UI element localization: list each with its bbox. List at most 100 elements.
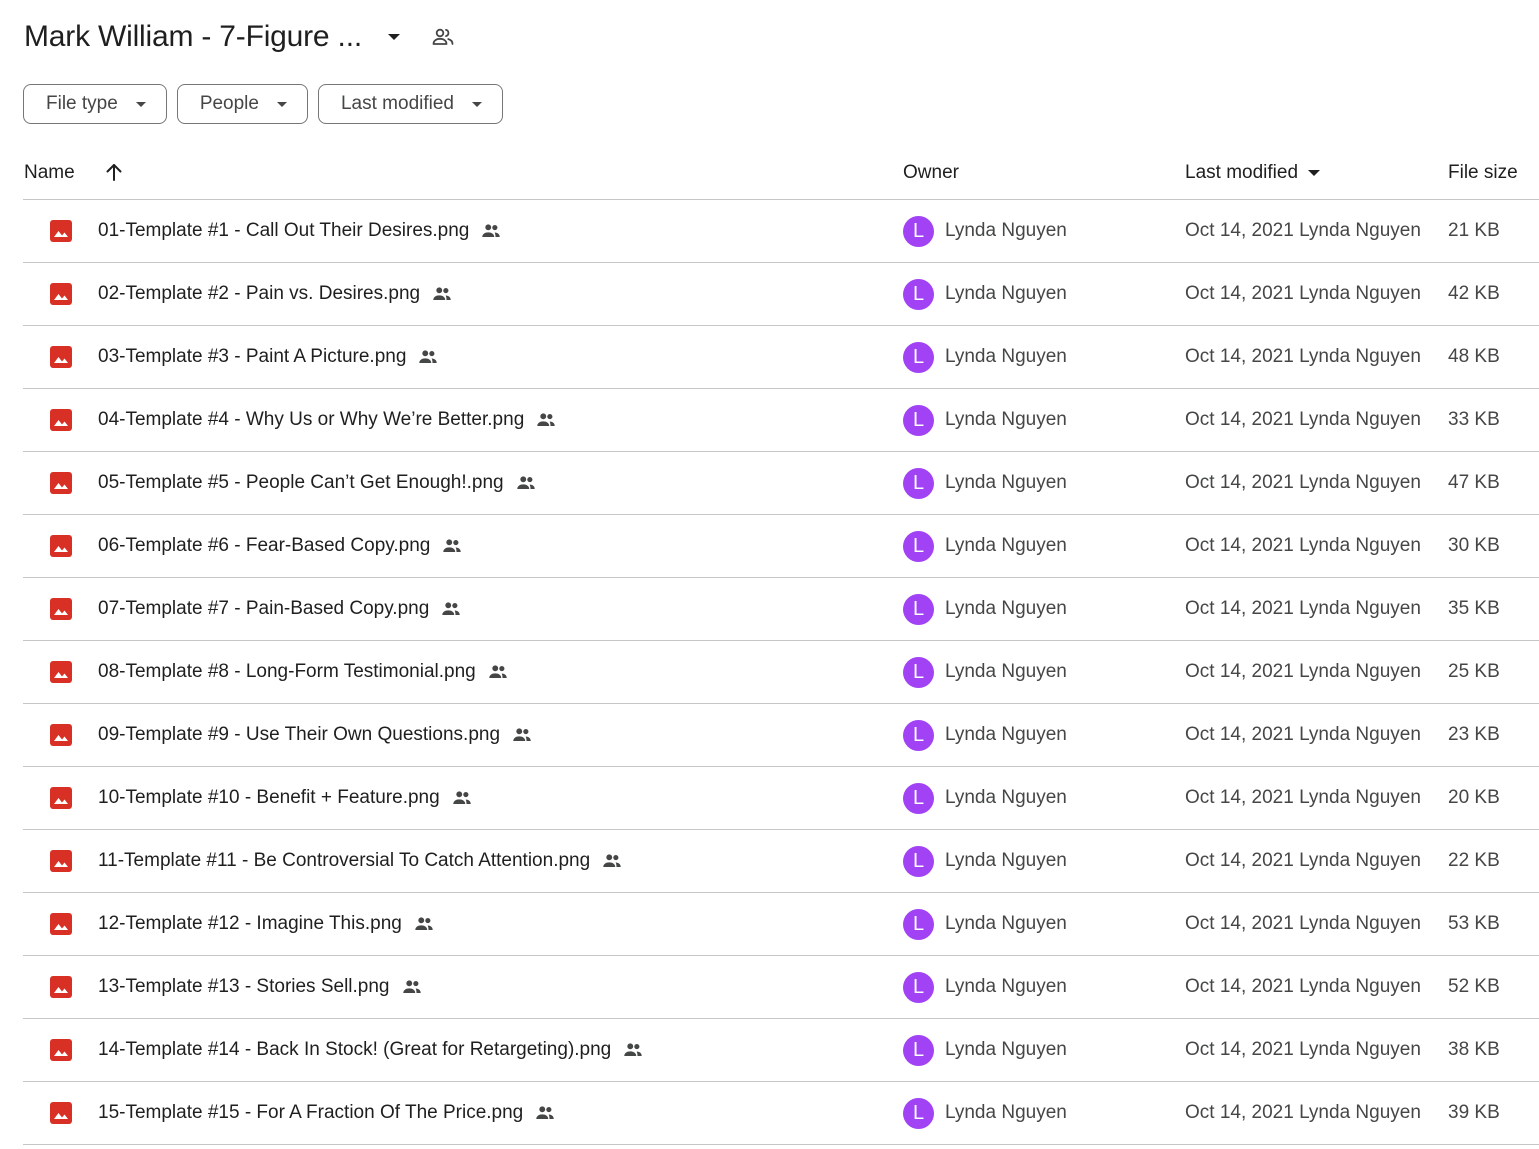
file-row[interactable]: 02-Template #2 - Pain vs. Desires.png L … [23, 263, 1539, 326]
shared-people-icon [450, 786, 474, 810]
table-header: Name Owner Last modified File size [23, 150, 1539, 200]
image-file-icon [50, 1102, 72, 1124]
shared-people-icon [534, 408, 558, 432]
file-row[interactable]: 01-Template #1 - Call Out Their Desires.… [23, 200, 1539, 263]
file-row[interactable]: 13-Template #13 - Stories Sell.png L Lyn… [23, 956, 1539, 1019]
image-file-icon [50, 220, 72, 242]
name-cell: 01-Template #1 - Call Out Their Desires.… [50, 200, 503, 262]
owner-cell: L Lynda Nguyen [903, 326, 1067, 388]
file-row[interactable]: 12-Template #12 - Imagine This.png L Lyn… [23, 893, 1539, 956]
name-cell: 12-Template #12 - Imagine This.png [50, 893, 436, 955]
name-cell: 11-Template #11 - Be Controversial To Ca… [50, 830, 624, 892]
file-row[interactable]: 05-Template #5 - People Can’t Get Enough… [23, 452, 1539, 515]
last-modified-cell: Oct 14, 2021 Lynda Nguyen [1185, 409, 1421, 430]
column-header-name[interactable]: Name [24, 162, 75, 184]
file-name: 06-Template #6 - Fear-Based Copy.png [98, 535, 431, 556]
file-size-cell: 22 KB [1448, 850, 1500, 871]
shared-people-icon [600, 849, 624, 873]
owner-cell: L Lynda Nguyen [903, 1019, 1067, 1081]
owner-cell: L Lynda Nguyen [903, 956, 1067, 1018]
avatar: L [903, 278, 934, 310]
last-modified-cell: Oct 14, 2021 Lynda Nguyen [1185, 913, 1421, 934]
file-row[interactable]: 15-Template #15 - For A Fraction Of The … [23, 1082, 1539, 1145]
file-row[interactable]: 14-Template #14 - Back In Stock! (Great … [23, 1019, 1539, 1082]
file-row[interactable]: 03-Template #3 - Paint A Picture.png L L… [23, 326, 1539, 389]
column-header-last-modified-label: Last modified [1185, 162, 1299, 183]
owner-cell: L Lynda Nguyen [903, 830, 1067, 892]
avatar: L [903, 404, 934, 436]
column-header-file-size[interactable]: File size [1448, 162, 1518, 184]
file-name: 13-Template #13 - Stories Sell.png [98, 976, 390, 997]
file-size-cell: 39 KB [1448, 1102, 1500, 1123]
file-name: 05-Template #5 - People Can’t Get Enough… [98, 472, 504, 493]
owner-cell: L Lynda Nguyen [903, 1082, 1067, 1144]
name-cell: 03-Template #3 - Paint A Picture.png [50, 326, 440, 388]
file-size-cell: 20 KB [1448, 787, 1500, 808]
last-modified-cell: Oct 14, 2021 Lynda Nguyen [1185, 724, 1421, 745]
arrow-up-icon[interactable] [103, 161, 125, 183]
last-modified-filter[interactable]: Last modified [317, 84, 503, 124]
title-bar: Mark William - 7-Figure ... [24, 14, 456, 60]
file-size-cell: 52 KB [1448, 976, 1500, 997]
file-row[interactable]: 10-Template #10 - Benefit + Feature.png … [23, 767, 1539, 830]
image-file-icon [50, 724, 72, 746]
file-name: 15-Template #15 - For A Fraction Of The … [98, 1102, 524, 1123]
file-size-cell: 21 KB [1448, 220, 1500, 241]
shared-people-icon [416, 345, 440, 369]
image-file-icon [50, 1039, 72, 1061]
name-cell: 09-Template #9 - Use Their Own Questions… [50, 704, 534, 766]
avatar: L [903, 341, 934, 373]
last-modified-filter-label: Last modified [340, 93, 454, 114]
file-size-cell: 47 KB [1448, 472, 1500, 493]
shared-people-icon [412, 912, 436, 936]
owner-cell: L Lynda Nguyen [903, 893, 1067, 955]
name-cell: 02-Template #2 - Pain vs. Desires.png [50, 263, 454, 325]
last-modified-cell: Oct 14, 2021 Lynda Nguyen [1185, 220, 1421, 241]
shared-people-icon [439, 597, 463, 621]
shared-people-icon [486, 660, 510, 684]
avatar: L [903, 719, 934, 751]
shared-people-icon [430, 282, 454, 306]
shared-people-icon [400, 975, 424, 999]
owner-cell: L Lynda Nguyen [903, 263, 1067, 325]
image-file-icon [50, 976, 72, 998]
file-size-cell: 48 KB [1448, 346, 1500, 367]
owner-name: Lynda Nguyen [945, 283, 1067, 304]
shared-people-icon[interactable] [430, 24, 456, 50]
file-type-filter[interactable]: File type [23, 84, 167, 124]
image-file-icon [50, 535, 72, 557]
owner-name: Lynda Nguyen [945, 787, 1067, 808]
avatar: L [903, 971, 934, 1003]
avatar: L [903, 593, 934, 625]
file-row[interactable]: 07-Template #7 - Pain-Based Copy.png L L… [23, 578, 1539, 641]
owner-name: Lynda Nguyen [945, 661, 1067, 682]
file-type-filter-label: File type [46, 93, 118, 114]
file-row[interactable]: 06-Template #6 - Fear-Based Copy.png L L… [23, 515, 1539, 578]
owner-name: Lynda Nguyen [945, 598, 1067, 619]
last-modified-cell: Oct 14, 2021 Lynda Nguyen [1185, 346, 1421, 367]
owner-name: Lynda Nguyen [945, 850, 1067, 871]
shared-people-icon [510, 723, 534, 747]
image-file-icon [50, 598, 72, 620]
last-modified-cell: Oct 14, 2021 Lynda Nguyen [1185, 598, 1421, 619]
shared-people-icon [440, 534, 464, 558]
file-row[interactable]: 04-Template #4 - Why Us or Why We’re Bet… [23, 389, 1539, 452]
avatar: L [903, 845, 934, 877]
name-cell: 04-Template #4 - Why Us or Why We’re Bet… [50, 389, 558, 451]
file-row[interactable]: 09-Template #9 - Use Their Own Questions… [23, 704, 1539, 767]
name-cell: 14-Template #14 - Back In Stock! (Great … [50, 1019, 645, 1081]
column-header-last-modified[interactable]: Last modified [1185, 162, 1320, 184]
file-size-cell: 25 KB [1448, 661, 1500, 682]
column-header-owner[interactable]: Owner [903, 162, 959, 184]
owner-name: Lynda Nguyen [945, 1039, 1067, 1060]
file-row[interactable]: 11-Template #11 - Be Controversial To Ca… [23, 830, 1539, 893]
folder-title[interactable]: Mark William - 7-Figure ... [24, 20, 362, 54]
people-filter[interactable]: People [176, 84, 308, 124]
chevron-down-icon[interactable] [384, 27, 404, 47]
file-name: 08-Template #8 - Long-Form Testimonial.p… [98, 661, 476, 682]
file-name: 14-Template #14 - Back In Stock! (Great … [98, 1039, 612, 1060]
last-modified-cell: Oct 14, 2021 Lynda Nguyen [1185, 661, 1421, 682]
owner-cell: L Lynda Nguyen [903, 515, 1067, 577]
file-row[interactable]: 08-Template #8 - Long-Form Testimonial.p… [23, 641, 1539, 704]
image-file-icon [50, 409, 72, 431]
